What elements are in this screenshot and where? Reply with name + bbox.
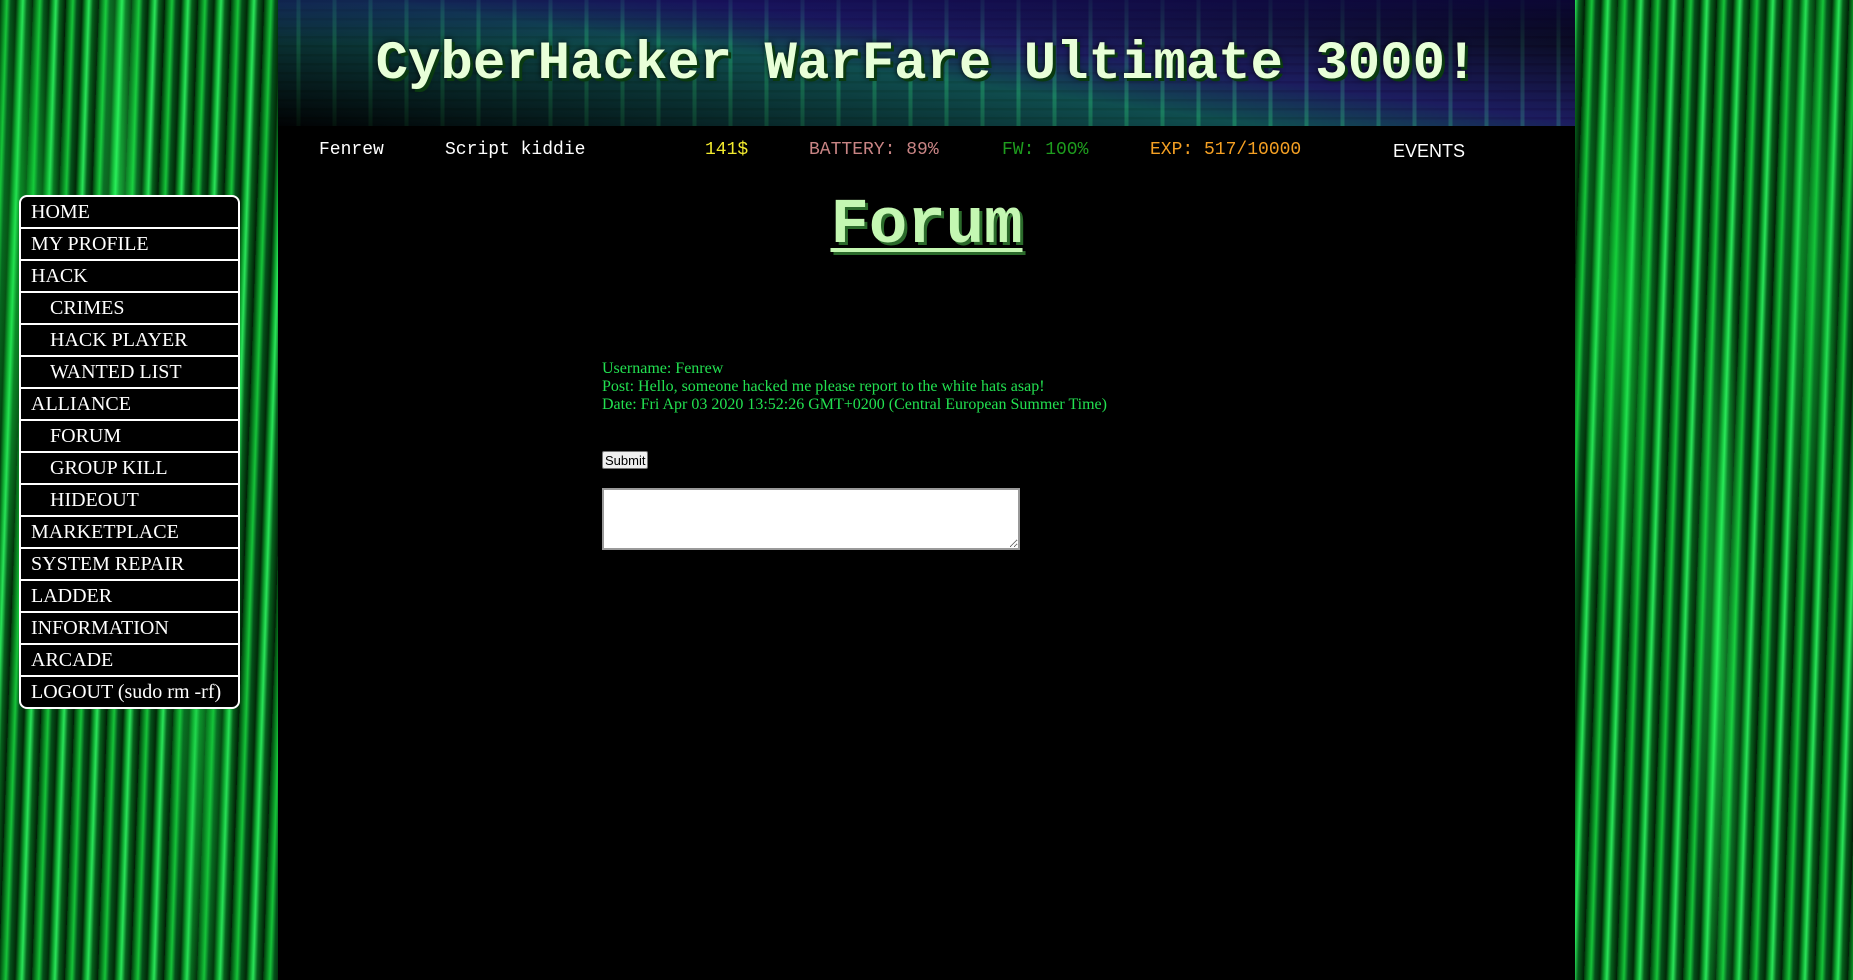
- sidebar-item-hack[interactable]: HACK: [21, 261, 238, 293]
- sidebar-item-group-kill[interactable]: GROUP KILL: [21, 453, 238, 485]
- sidebar-item-my-profile[interactable]: MY PROFILE: [21, 229, 238, 261]
- stat-username: Fenrew: [319, 140, 384, 160]
- stat-experience: EXP: 517/10000: [1150, 140, 1302, 160]
- post-text: Post: Hello, someone hacked me please re…: [602, 378, 1045, 395]
- sidebar-item-logout[interactable]: LOGOUT (sudo rm -rf): [21, 677, 238, 707]
- sidebar-item-hideout[interactable]: HIDEOUT: [21, 485, 238, 517]
- sidebar-item-system-repair[interactable]: SYSTEM REPAIR: [21, 549, 238, 581]
- post-date: Date: Fri Apr 03 2020 13:52:26 GMT+0200 …: [602, 396, 1107, 413]
- site-title: CyberHacker WarFare Ultimate 3000!: [375, 34, 1478, 95]
- submit-button[interactable]: Submit: [602, 451, 649, 469]
- events-link[interactable]: EVENTS: [1393, 141, 1465, 162]
- stat-money: 141$: [705, 140, 749, 160]
- sidebar-item-wanted-list[interactable]: WANTED LIST: [21, 357, 238, 389]
- page-title: Forum: [830, 190, 1023, 262]
- stat-firewall: FW: 100%: [1002, 140, 1089, 160]
- post-username: Username: Fenrew: [602, 360, 724, 377]
- sidebar-item-hack-player[interactable]: HACK PLAYER: [21, 325, 238, 357]
- sidebar-item-home[interactable]: HOME: [21, 197, 238, 229]
- sidebar-item-alliance[interactable]: ALLIANCE: [21, 389, 238, 421]
- stat-rank: Script kiddie: [445, 140, 586, 160]
- sidebar-item-arcade[interactable]: ARCADE: [21, 645, 238, 677]
- header-banner: CyberHacker WarFare Ultimate 3000!: [278, 0, 1575, 126]
- sidebar-item-information[interactable]: INFORMATION: [21, 613, 238, 645]
- stat-battery: BATTERY: 89%: [809, 140, 939, 160]
- stats-bar: Fenrew Script kiddie 141$ BATTERY: 89% F…: [278, 126, 1575, 176]
- sidebar-item-crimes[interactable]: CRIMES: [21, 293, 238, 325]
- sidebar-item-marketplace[interactable]: MARKETPLACE: [21, 517, 238, 549]
- sidebar-item-ladder[interactable]: LADDER: [21, 581, 238, 613]
- sidebar-menu: HOME MY PROFILE HACK CRIMES HACK PLAYER …: [19, 195, 240, 709]
- forum-post: Username: Fenrew Post: Hello, someone ha…: [602, 360, 1107, 414]
- sidebar-item-forum[interactable]: FORUM: [21, 421, 238, 453]
- post-textarea[interactable]: [602, 488, 1020, 550]
